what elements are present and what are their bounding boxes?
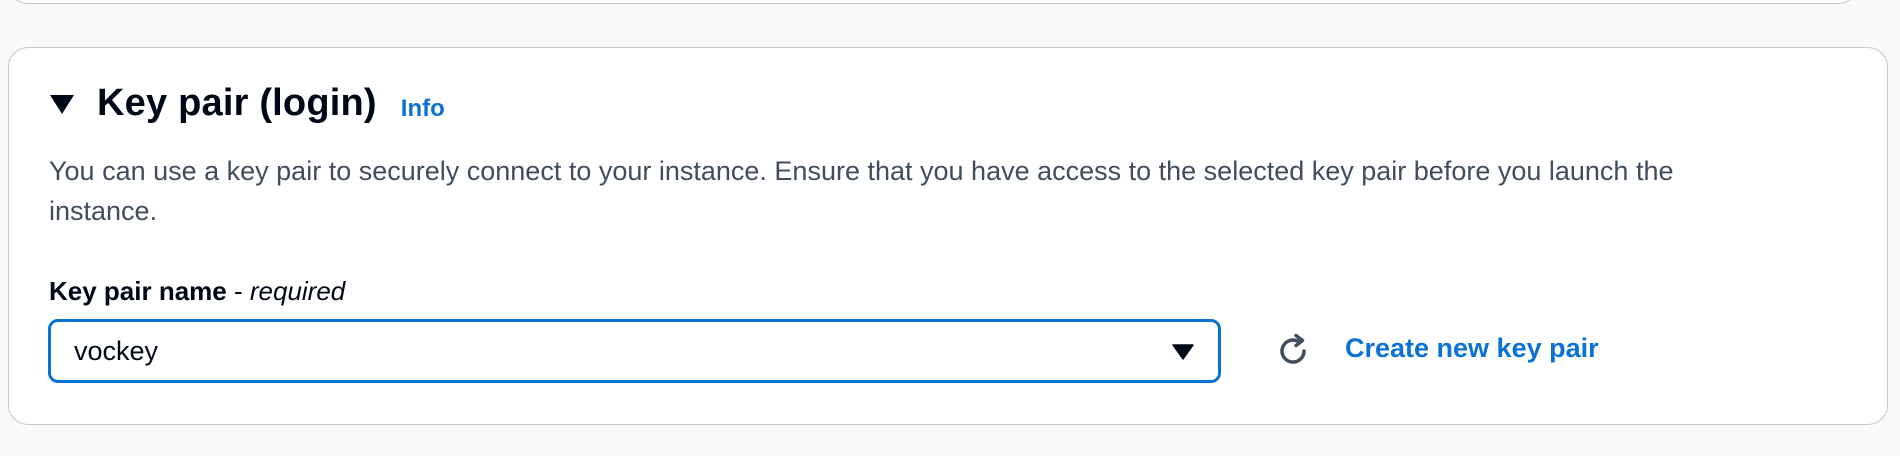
section-header: Key pair (login) Info <box>49 82 445 125</box>
refresh-button[interactable] <box>1271 329 1315 373</box>
section-title: Key pair (login) <box>97 82 377 124</box>
refresh-icon <box>1275 333 1311 369</box>
caret-down-icon <box>49 91 75 117</box>
previous-section-panel <box>8 0 1858 4</box>
field-required-text: required <box>249 276 346 306</box>
section-expand-toggle[interactable]: Key pair (login) <box>49 82 377 125</box>
field-label-separator: - <box>226 276 250 306</box>
info-link[interactable]: Info <box>401 95 445 123</box>
section-description: You can use a key pair to securely conne… <box>49 156 1674 226</box>
create-new-key-pair-link[interactable]: Create new key pair <box>1345 333 1599 364</box>
caret-down-filled-icon <box>1172 341 1194 363</box>
key-pair-section: Key pair (login) Info You can use a key … <box>8 47 1888 425</box>
selected-key-pair: vockey <box>74 335 159 366</box>
key-pair-name-label: Key pair name - required <box>49 276 345 307</box>
field-label-text: Key pair name <box>49 276 227 306</box>
key-pair-select[interactable]: vockey <box>48 319 1221 383</box>
